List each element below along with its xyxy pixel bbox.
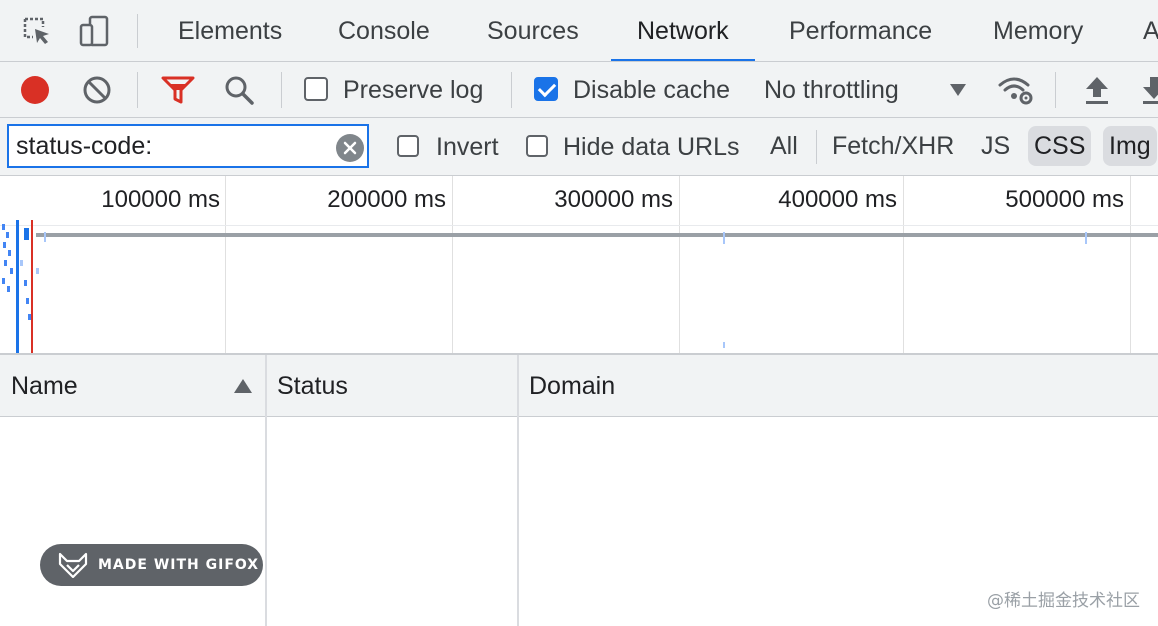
tab-memory[interactable]: Memory	[967, 0, 1109, 61]
tab-elements[interactable]: Elements	[152, 0, 308, 61]
timeline-track	[36, 233, 1158, 237]
overview-waterfall	[0, 220, 48, 353]
gifox-badge-text: MADE WITH GIFOX	[98, 557, 260, 573]
dom-content-loaded-marker	[16, 220, 19, 353]
network-toolbar: Preserve log Disable cache No throttling	[0, 62, 1158, 118]
download-icon	[1143, 77, 1158, 104]
network-conditions-button[interactable]	[996, 70, 1036, 110]
import-har-button[interactable]	[1077, 70, 1117, 110]
overview-request-bar	[2, 278, 5, 284]
throttling-select[interactable]: No throttling	[764, 62, 899, 117]
preserve-log-checkbox[interactable]	[304, 77, 328, 101]
overview-request-bar	[24, 280, 27, 286]
invert-label[interactable]: Invert	[436, 118, 499, 175]
overview-request-bar	[8, 250, 11, 256]
tab-console[interactable]: Console	[312, 0, 456, 61]
hide-data-urls-label[interactable]: Hide data URLs	[563, 118, 739, 175]
search-icon	[225, 76, 254, 105]
overview-request-bar	[3, 242, 6, 248]
record-icon	[21, 76, 49, 104]
filter-divider	[816, 130, 817, 164]
timeline-request-mark	[723, 232, 725, 244]
record-button[interactable]	[15, 70, 55, 110]
toolbar-divider	[281, 72, 282, 108]
toolbar-divider	[1055, 72, 1056, 108]
filter-input[interactable]	[7, 124, 369, 168]
close-icon	[343, 141, 357, 155]
disable-cache-label[interactable]: Disable cache	[573, 62, 730, 117]
timeline-tick: 300000 ms	[554, 186, 673, 213]
column-divider[interactable]	[265, 355, 267, 626]
timeline-tick: 100000 ms	[101, 186, 220, 213]
overview-request-bar	[6, 232, 9, 238]
tab-bar-divider	[137, 14, 138, 48]
toolbar-divider	[511, 72, 512, 108]
clear-filter-button[interactable]	[336, 134, 364, 162]
overview-request-bar	[36, 268, 39, 274]
type-filter-img[interactable]: Img	[1103, 126, 1157, 166]
tab-performance[interactable]: Performance	[763, 0, 958, 61]
overview-request-bar	[10, 268, 13, 274]
column-divider[interactable]	[517, 355, 519, 626]
clear-log-button[interactable]	[77, 70, 117, 110]
filter-toggle-button[interactable]	[158, 70, 198, 110]
filter-icon	[161, 76, 195, 104]
overview-request-bar	[7, 286, 10, 292]
column-header-domain[interactable]: Domain	[518, 355, 1158, 417]
type-filter-css[interactable]: CSS	[1028, 126, 1092, 166]
load-event-marker	[31, 220, 33, 353]
overview-request-bar	[26, 298, 29, 304]
table-header: Name Status Domain	[0, 355, 1158, 417]
preserve-log-label[interactable]: Preserve log	[343, 62, 483, 117]
type-filter-fetch-xhr[interactable]: Fetch/XHR	[826, 126, 960, 166]
type-filter-all[interactable]: All	[764, 126, 804, 166]
sort-ascending-icon	[234, 379, 252, 393]
tab-sources[interactable]: Sources	[461, 0, 605, 61]
export-har-button[interactable]	[1134, 70, 1158, 110]
clear-icon	[83, 76, 111, 104]
upload-icon	[1086, 77, 1108, 104]
overview-request-bar	[4, 260, 7, 266]
search-button[interactable]	[219, 70, 259, 110]
device-toolbar-icon[interactable]	[76, 12, 114, 50]
fox-logo-icon	[58, 552, 88, 578]
invert-checkbox[interactable]	[397, 135, 419, 157]
timeline-tick: 500000 ms	[1005, 186, 1124, 213]
gifox-badge: MADE WITH GIFOX	[40, 544, 263, 586]
overview-request-bar	[24, 228, 29, 240]
inspect-element-icon[interactable]	[18, 12, 56, 50]
toolbar-divider	[137, 72, 138, 108]
overview-request-bar	[20, 260, 23, 266]
timeline-ruler: 100000 ms 200000 ms 300000 ms 400000 ms …	[0, 176, 1158, 226]
timeline-tick: 400000 ms	[778, 186, 897, 213]
overview-request-bar	[2, 224, 5, 230]
filter-bar: Invert Hide data URLs All Fetch/XHR JS C…	[0, 118, 1158, 176]
network-overview[interactable]: 100000 ms 200000 ms 300000 ms 400000 ms …	[0, 176, 1158, 353]
wifi-settings-icon	[998, 77, 1033, 105]
site-watermark: @稀土掘金技术社区	[987, 591, 1140, 611]
column-header-status[interactable]: Status	[266, 355, 517, 417]
devtools-tab-bar: Elements Console Sources Network Perform…	[0, 0, 1158, 62]
type-filter-js[interactable]: JS	[975, 126, 1016, 166]
tab-application-truncated[interactable]: A	[1117, 0, 1158, 61]
chevron-down-icon[interactable]	[950, 84, 966, 96]
column-header-name[interactable]: Name	[0, 355, 265, 417]
timeline-request-mark	[723, 342, 725, 348]
hide-data-urls-checkbox[interactable]	[526, 135, 548, 157]
timeline-tick: 200000 ms	[327, 186, 446, 213]
disable-cache-checkbox[interactable]	[534, 77, 558, 101]
timeline-request-mark	[1085, 232, 1087, 244]
tab-network[interactable]: Network	[611, 0, 755, 61]
